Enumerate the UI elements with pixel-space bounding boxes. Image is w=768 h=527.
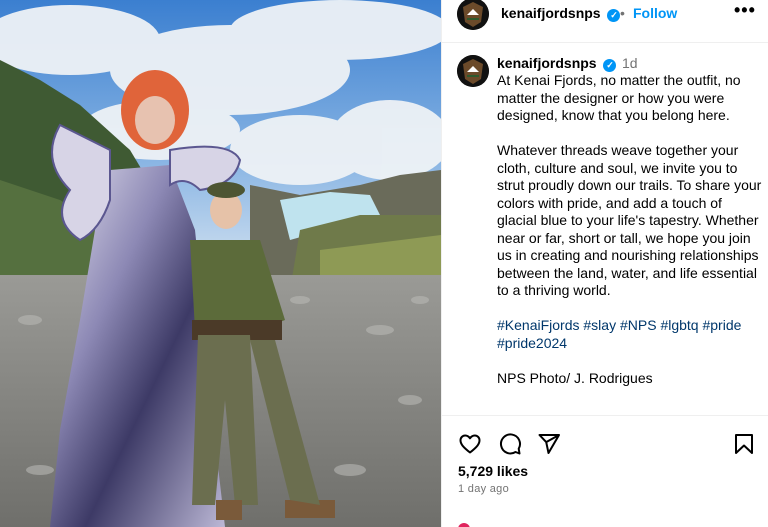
header-username[interactable]: kenaifjordsnps ✓ xyxy=(501,5,621,22)
more-options-icon[interactable]: ••• xyxy=(734,0,756,21)
hashtag-link[interactable]: #pride2024 xyxy=(497,335,567,351)
avatar xyxy=(458,523,470,527)
post-time[interactable]: 1d xyxy=(622,55,638,71)
hashtag-list: #KenaiFjords #slay #NPS #lgbtq #pride #p… xyxy=(497,317,765,352)
follow-button[interactable]: Follow xyxy=(633,5,677,21)
post-caption: kenaifjordsnps ✓ 1d At Kenai Fjords, no … xyxy=(442,44,768,416)
heart-icon[interactable] xyxy=(458,432,482,456)
post-photo[interactable] xyxy=(0,0,441,527)
post-image xyxy=(0,0,441,527)
username-text[interactable]: kenaifjordsnps xyxy=(501,5,601,21)
post-timestamp[interactable]: 1 day ago xyxy=(458,483,509,495)
verified-badge-icon: ✓ xyxy=(607,9,621,22)
hashtag-link[interactable]: #KenaiFjords xyxy=(497,317,580,333)
verified-badge-icon: ✓ xyxy=(603,59,617,72)
hashtag-link[interactable]: #pride xyxy=(702,317,741,333)
like-count[interactable]: 5,729 likes xyxy=(458,463,528,479)
hashtag-link[interactable]: #slay xyxy=(583,317,616,333)
separator-dot: • xyxy=(620,5,625,21)
send-icon[interactable] xyxy=(537,432,561,456)
caption-paragraph: Whatever threads weave together your clo… xyxy=(497,142,762,298)
hashtag-link[interactable]: #NPS xyxy=(620,317,657,333)
avatar[interactable] xyxy=(457,0,489,30)
username-text[interactable]: kenaifjordsnps xyxy=(497,55,597,71)
post-side-panel: kenaifjordsnps ✓ • Follow ••• kenaifjord… xyxy=(441,0,768,527)
bookmark-icon[interactable] xyxy=(732,432,756,456)
caption-paragraph: At Kenai Fjords, no matter the outfit, n… xyxy=(497,72,741,123)
caption-text: At Kenai Fjords, no matter the outfit, n… xyxy=(497,72,765,405)
post-header: kenaifjordsnps ✓ • Follow ••• xyxy=(442,0,768,43)
photo-credit: NPS Photo/ J. Rodrigues xyxy=(497,369,653,386)
hashtag-link[interactable]: #lgbtq xyxy=(660,317,698,333)
caption-username[interactable]: kenaifjordsnps ✓ xyxy=(497,55,617,72)
avatar[interactable] xyxy=(457,55,489,87)
comment-icon[interactable] xyxy=(498,432,522,456)
post-actions: 5,729 likes 1 day ago xyxy=(442,417,768,527)
